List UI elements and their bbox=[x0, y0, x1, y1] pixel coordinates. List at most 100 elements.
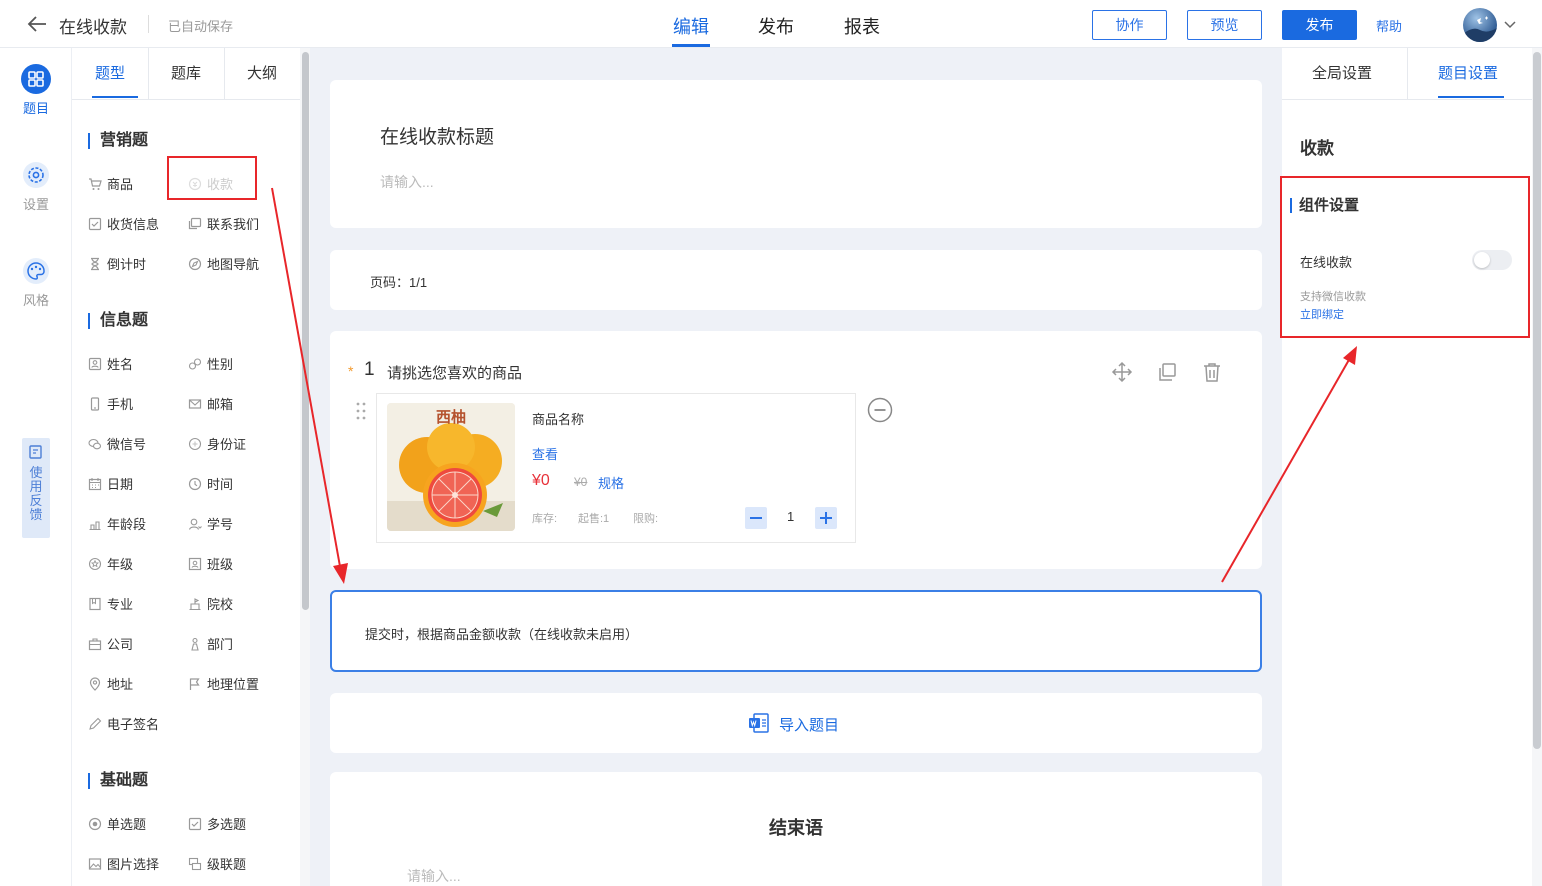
feedback-button[interactable]: 使用反馈 bbox=[22, 438, 50, 538]
question-type-map-navigation[interactable]: 地图导航 bbox=[188, 256, 259, 274]
autosave-status: 已自动保存 bbox=[168, 19, 234, 34]
rail-item-settings[interactable]: 设置 bbox=[0, 160, 72, 213]
question-type-e-signature[interactable]: 电子签名 bbox=[88, 716, 159, 734]
drag-handle-icon[interactable] bbox=[355, 401, 367, 421]
copy-icon[interactable] bbox=[1156, 361, 1178, 383]
product-spec-link[interactable]: 规格 bbox=[598, 473, 624, 492]
rail-item-style[interactable]: 风格 bbox=[0, 256, 72, 309]
question-type-major[interactable]: 专业 bbox=[88, 596, 133, 614]
move-icon[interactable] bbox=[1111, 361, 1133, 383]
tab-question-types[interactable]: 题型 bbox=[72, 48, 148, 100]
question-type-email[interactable]: 邮箱 bbox=[188, 396, 233, 414]
ending-title[interactable]: 结束语 bbox=[330, 814, 1262, 840]
remove-product-icon[interactable] bbox=[867, 397, 893, 423]
question-type-address[interactable]: 地址 bbox=[88, 676, 133, 694]
tab-publish[interactable]: 发布 bbox=[758, 13, 794, 39]
checkbox-icon bbox=[188, 817, 202, 831]
question-panel-tabs: 题型 题库 大纲 bbox=[72, 48, 300, 100]
question-type-grade[interactable]: 年级 bbox=[88, 556, 133, 574]
calendar-icon bbox=[88, 477, 102, 491]
briefcase-icon bbox=[88, 637, 102, 651]
quantity-increment-button[interactable] bbox=[815, 507, 837, 529]
section-info: 信息题 bbox=[88, 313, 148, 329]
question-type-school[interactable]: 院校 bbox=[188, 596, 233, 614]
annotation-highlight-payment-type bbox=[167, 156, 257, 200]
question-type-class[interactable]: 班级 bbox=[188, 556, 233, 574]
question-type-wechat[interactable]: 微信号 bbox=[88, 436, 146, 454]
feedback-label: 使用反馈 bbox=[29, 465, 43, 522]
question-type-date[interactable]: 日期 bbox=[88, 476, 133, 494]
question-type-time[interactable]: 时间 bbox=[188, 476, 233, 494]
student-icon bbox=[188, 517, 202, 531]
tab-edit-underline bbox=[672, 44, 710, 47]
question-type-age-range[interactable]: 年龄段 bbox=[88, 516, 146, 534]
product-image-grapefruit[interactable]: 西柚 bbox=[387, 403, 515, 531]
question-type-geo-location[interactable]: 地理位置 bbox=[188, 676, 259, 694]
tab-global-settings[interactable]: 全局设置 bbox=[1312, 48, 1372, 100]
page-indicator: 页码：1/1 bbox=[370, 275, 428, 290]
rail-item-questions[interactable]: 题目 bbox=[0, 64, 72, 117]
tab-edit[interactable]: 编辑 bbox=[673, 13, 709, 39]
preview-button[interactable]: 预览 bbox=[1187, 10, 1262, 40]
trash-icon[interactable] bbox=[1201, 361, 1223, 383]
gender-icon bbox=[188, 357, 202, 371]
location-pin-icon bbox=[88, 677, 102, 691]
tab-outline[interactable]: 大纲 bbox=[224, 48, 300, 100]
image-icon bbox=[88, 857, 102, 871]
question-number: 1 bbox=[364, 359, 375, 380]
help-link[interactable]: 帮助 bbox=[1376, 16, 1402, 35]
product-item[interactable]: 西柚 商品名称 查看 ¥0 ¥0 规格 库存: 起售:1 限购: 1 bbox=[376, 393, 856, 543]
page-indicator-card: 页码：1/1 bbox=[330, 250, 1262, 310]
tab-report[interactable]: 报表 bbox=[844, 13, 880, 39]
wechat-payment-hint: 支持微信收款 bbox=[1300, 291, 1366, 303]
clock-icon bbox=[188, 477, 202, 491]
question-type-department[interactable]: 部门 bbox=[188, 636, 233, 654]
rail-item-label: 风格 bbox=[22, 293, 49, 308]
id-card-icon bbox=[188, 437, 202, 451]
question-type-shipping-info[interactable]: 收货信息 bbox=[88, 216, 159, 234]
question-type-phone[interactable]: 手机 bbox=[88, 396, 133, 414]
survey-description-input[interactable]: 请输入... bbox=[380, 172, 434, 192]
avatar[interactable] bbox=[1463, 8, 1497, 42]
question-type-single-choice[interactable]: 单选题 bbox=[88, 816, 146, 834]
question-type-company[interactable]: 公司 bbox=[88, 636, 133, 654]
panel-scrollbar-thumb[interactable] bbox=[302, 52, 309, 610]
settings-scrollbar-thumb[interactable] bbox=[1533, 52, 1541, 749]
question-type-cascade[interactable]: 级联题 bbox=[188, 856, 246, 874]
ending-card[interactable]: 结束语 请输入... bbox=[330, 772, 1262, 886]
payment-note-card[interactable]: 提交时，根据商品金额收款（在线收款未启用） bbox=[330, 590, 1262, 672]
question-type-student-id[interactable]: 学号 bbox=[188, 516, 233, 534]
question-type-product[interactable]: 商品 bbox=[88, 176, 133, 194]
import-questions-label: 导入题目 bbox=[779, 717, 840, 734]
publish-button[interactable]: 发布 bbox=[1282, 10, 1357, 40]
question-card[interactable]: * 1 请挑选您喜欢的商品 西柚 商品名称 查看 ¥0 ¥0 规格 库存: 起售… bbox=[330, 331, 1262, 569]
product-min-sale: 起售:1 bbox=[578, 513, 610, 525]
question-type-countdown[interactable]: 倒计时 bbox=[88, 256, 146, 274]
app-title: 在线收款 bbox=[59, 18, 127, 37]
question-type-multiple-choice[interactable]: 多选题 bbox=[188, 816, 246, 834]
ending-description-input[interactable]: 请输入... bbox=[407, 866, 461, 886]
question-type-image-choice[interactable]: 图片选择 bbox=[88, 856, 159, 874]
back-arrow-icon[interactable] bbox=[26, 14, 48, 34]
import-questions-card[interactable]: 导入题目 bbox=[330, 693, 1262, 753]
product-purchase-limit: 限购: bbox=[633, 513, 659, 525]
question-type-id-card[interactable]: 身份证 bbox=[188, 436, 246, 454]
product-view-link[interactable]: 查看 bbox=[532, 444, 558, 463]
quantity-value[interactable]: 1 bbox=[787, 509, 794, 524]
quantity-decrement-button[interactable] bbox=[745, 507, 767, 529]
collab-button[interactable]: 协作 bbox=[1092, 10, 1167, 40]
online-payment-toggle[interactable] bbox=[1472, 250, 1512, 270]
chevron-down-icon[interactable] bbox=[1503, 18, 1517, 30]
tab-question-bank[interactable]: 题库 bbox=[148, 48, 224, 100]
title-divider bbox=[148, 15, 149, 33]
question-text[interactable]: 请挑选您喜欢的商品 bbox=[387, 362, 522, 383]
question-type-name[interactable]: 姓名 bbox=[88, 356, 133, 374]
survey-header-card[interactable]: 在线收款标题 请输入... bbox=[330, 80, 1262, 228]
question-type-contact-us[interactable]: 联系我们 bbox=[188, 216, 259, 234]
bind-now-link[interactable]: 立即绑定 bbox=[1300, 306, 1344, 322]
survey-title[interactable]: 在线收款标题 bbox=[380, 122, 494, 149]
question-type-gender[interactable]: 性别 bbox=[188, 356, 233, 374]
online-payment-label: 在线收款 bbox=[1300, 255, 1353, 270]
tab-question-settings[interactable]: 题目设置 bbox=[1438, 48, 1498, 100]
wechat-icon bbox=[88, 437, 102, 451]
